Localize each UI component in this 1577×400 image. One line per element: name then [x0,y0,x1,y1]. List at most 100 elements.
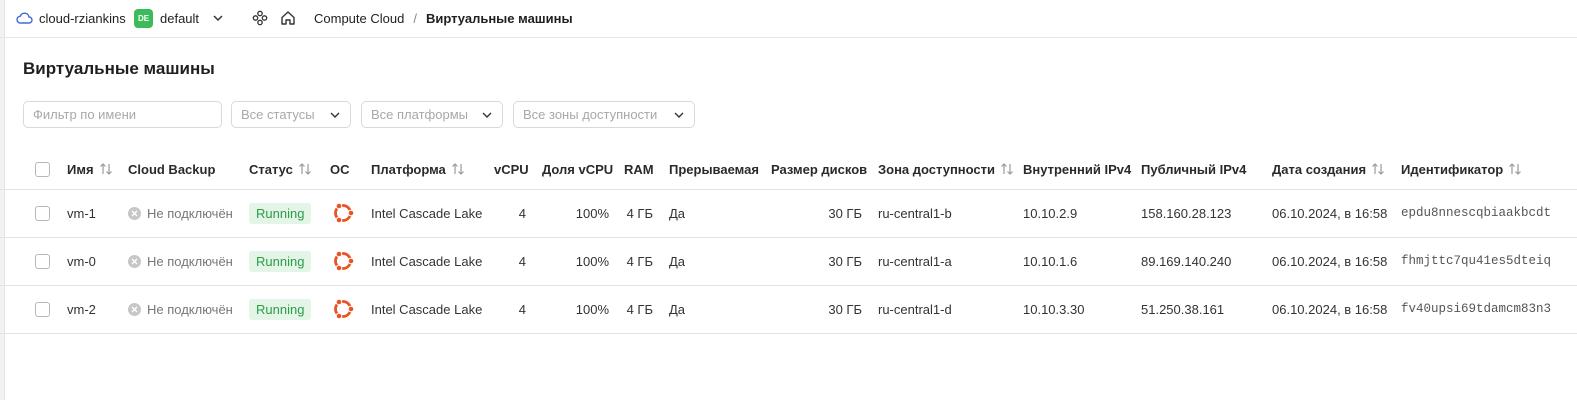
checkbox-box [35,301,50,317]
column-created[interactable]: Дата создания [1272,149,1385,189]
close-circle-icon [128,254,141,268]
sort-icon[interactable] [451,162,465,176]
breadcrumb-compute-cloud[interactable]: Compute Cloud [314,11,404,26]
cloud-selector[interactable]: cloud-rziankins [16,0,126,36]
sort-icon[interactable] [99,162,113,176]
zone-cell: ru-central1-d [878,301,952,317]
backup-status: Не подключён [147,301,233,317]
column-status[interactable]: Статус [249,149,312,189]
column-public-ip-label: Публичный IPv4 [1141,161,1247,177]
preemptible-cell: Да [669,301,686,317]
public-ip-cell: 158.160.28.123 [1141,205,1232,221]
breadcrumb-separator: / [413,10,417,26]
close-circle-icon [128,302,141,316]
id-cell: epdu8nnescqbiaakbcdt [1401,206,1552,220]
backup-cell: Не подключён [128,285,233,333]
ram-cell: 4 ГБ [626,253,653,269]
column-disk-size: Размер дисков [771,149,867,189]
platform-filter-select[interactable]: Все платформы [361,101,503,128]
internal-ip-cell: 10.10.2.9 [1023,205,1078,221]
column-backup: Cloud Backup [128,149,215,189]
name-filter-input[interactable] [23,101,222,128]
status-cell: Running [249,285,312,333]
page-title: Виртуальные машины [23,59,215,78]
ubuntu-icon [331,285,355,333]
column-vcpu: vCPU [494,149,529,189]
zone-filter-select[interactable]: Все зоны доступности [513,101,695,128]
disk-size-cell: 30 ГБ [828,301,862,317]
platform-cell: Intel Cascade Lake [371,301,483,317]
status-cell: Running [249,189,312,237]
column-vcpu-label: vCPU [494,161,529,177]
column-public-ip: Публичный IPv4 [1141,149,1246,189]
status-cell: Running [249,237,312,285]
column-name-label: Имя [67,161,94,177]
vcpu-share-cell: 100% [575,253,609,269]
sort-icon[interactable] [1508,162,1522,176]
zone-filter-value: Все зоны доступности [523,107,658,122]
preemptible-cell: Да [669,205,686,221]
platform-cell: Intel Cascade Lake [371,205,483,221]
zone-cell: ru-central1-b [878,205,952,221]
column-id-label: Идентификатор [1401,161,1504,177]
column-os-label: ОС [330,161,350,177]
ubuntu-icon [331,237,355,285]
table-header: Имя Cloud Backup Статус ОС Платформа vCP… [0,149,1577,190]
disk-size-cell: 30 ГБ [828,253,862,269]
top-bar: cloud-rziankins DE default Compute Cloud… [0,0,1577,38]
sort-icon[interactable] [1371,162,1385,176]
home-icon[interactable] [280,0,296,36]
row-checkbox[interactable] [35,189,50,237]
status-badge: Running [249,250,312,272]
column-zone[interactable]: Зона доступности [878,149,1014,189]
table-row[interactable]: vm-0 Не подключён Running Intel Cascade … [0,237,1577,286]
status-filter-value: Все статусы [241,107,315,122]
column-id[interactable]: Идентификатор [1401,149,1522,189]
column-ram-label: RAM [624,161,654,177]
ubuntu-icon [331,189,355,237]
preemptible-cell: Да [669,253,686,269]
vm-name[interactable]: vm-0 [67,237,96,285]
ram-cell: 4 ГБ [626,205,653,221]
created-cell: 06.10.2024, в 16:58 [1272,253,1388,269]
folder-selector[interactable]: DE default [134,0,224,36]
checkbox-box [35,253,50,269]
vm-name[interactable]: vm-2 [67,285,96,333]
ram-cell: 4 ГБ [626,301,653,317]
chevron-down-icon [330,112,340,118]
column-name[interactable]: Имя [67,149,113,189]
column-backup-label: Cloud Backup [128,161,216,177]
services-icon[interactable] [252,0,268,36]
status-filter-select[interactable]: Все статусы [231,101,351,128]
row-checkbox[interactable] [35,237,50,285]
column-internal-ip-label: Внутренний IPv4 [1023,161,1132,177]
column-created-label: Дата создания [1272,161,1367,177]
column-status-label: Статус [249,161,293,177]
sort-icon[interactable] [1000,162,1014,176]
vcpu-share-cell: 100% [575,205,609,221]
zone-cell: ru-central1-a [878,253,952,269]
backup-cell: Не подключён [128,237,233,285]
column-platform[interactable]: Платформа [371,149,465,189]
row-checkbox[interactable] [35,285,50,333]
disk-size-cell: 30 ГБ [828,205,862,221]
select-all-checkbox[interactable] [35,149,50,189]
breadcrumb-current: Виртуальные машины [425,10,573,26]
column-zone-label: Зона доступности [878,161,996,177]
folder-name: default [160,10,200,26]
status-badge: Running [249,202,312,224]
cloud-icon [16,12,33,24]
table-row[interactable]: vm-2 Не подключён Running Intel Cascade … [0,285,1577,334]
column-os: ОС [330,149,350,189]
chevron-down-icon [674,112,684,118]
chevron-down-icon[interactable] [212,12,224,24]
folder-badge: DE [134,8,153,28]
checkbox-box [35,205,50,221]
table-row[interactable]: vm-1 Не подключён Running Intel Cascade … [0,189,1577,238]
vm-name[interactable]: vm-1 [67,189,96,237]
sort-icon[interactable] [298,162,312,176]
public-ip-cell: 89.169.140.240 [1141,253,1232,269]
public-ip-cell: 51.250.38.161 [1141,301,1225,317]
backup-cell: Не подключён [128,189,233,237]
vcpu-cell: 4 [518,253,526,269]
